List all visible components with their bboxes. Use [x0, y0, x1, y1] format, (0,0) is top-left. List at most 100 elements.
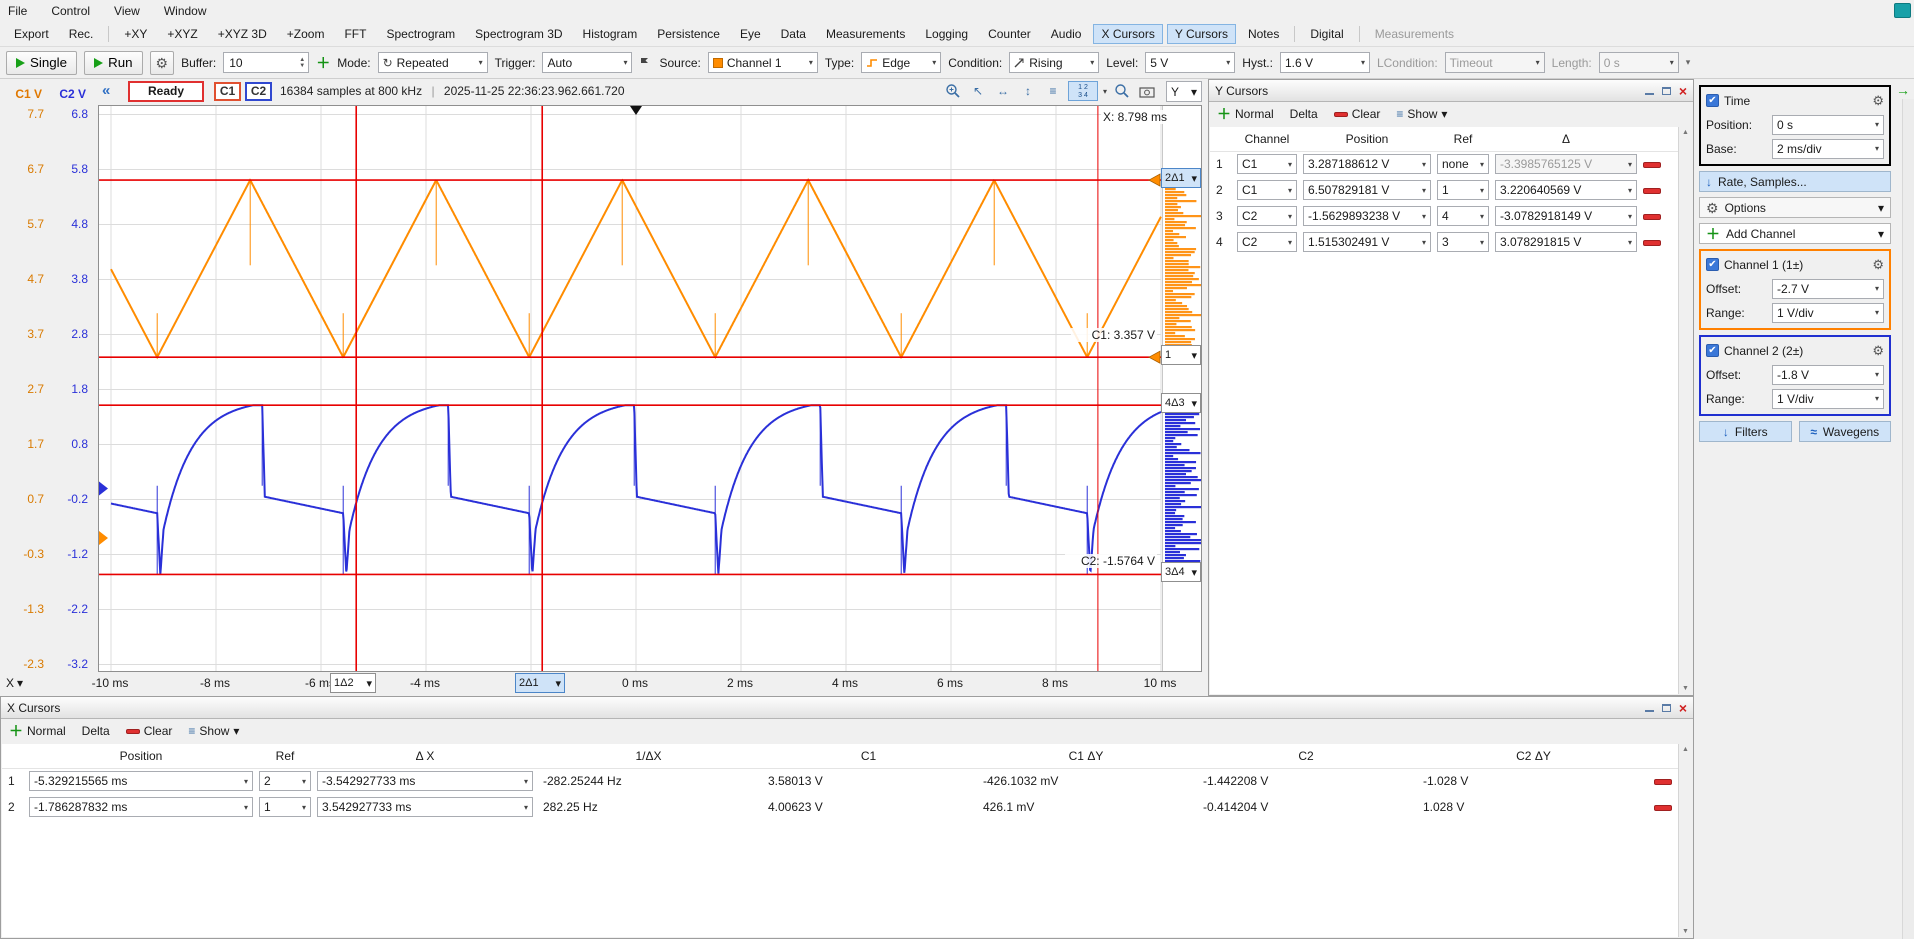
viewbar-xyz[interactable]: +XYZ — [159, 24, 205, 44]
channel2-offset-dropdown[interactable]: -1.8 V▾ — [1772, 365, 1884, 385]
viewbar-measurements[interactable]: Measurements — [818, 24, 913, 44]
gear-icon[interactable]: ⚙ — [1872, 93, 1884, 109]
toolbar-overflow-icon[interactable]: ▾ — [1686, 57, 1691, 68]
delta-x-dropdown[interactable]: -3.542927733 ms▾ — [317, 771, 533, 791]
scroll-up-icon[interactable]: ▲ — [1682, 129, 1689, 136]
x-scale-dropdown[interactable]: X ▾ — [6, 676, 23, 690]
expand-right-icon[interactable]: → — [1896, 82, 1910, 98]
menu-view[interactable]: View — [114, 4, 140, 18]
channel2-checkbox[interactable]: ✔ — [1706, 344, 1719, 357]
collapse-left-icon[interactable]: « — [102, 84, 110, 98]
close-icon[interactable]: × — [1679, 702, 1687, 714]
level-dropdown[interactable]: 5 V ▾ — [1145, 52, 1235, 73]
remove-cursor-button[interactable] — [1643, 162, 1661, 168]
viewbar-zoom[interactable]: +Zoom — [279, 24, 333, 44]
delta-dropdown[interactable]: 3.078291815 V▾ — [1495, 232, 1637, 252]
ref-dropdown[interactable]: 2▾ — [259, 771, 311, 791]
channel1-offset-dropdown[interactable]: -2.7 V▾ — [1772, 279, 1884, 299]
viewbar-logging[interactable]: Logging — [917, 24, 976, 44]
type-dropdown[interactable]: Edge ▾ — [861, 52, 941, 73]
channel1-checkbox[interactable]: ✔ — [1706, 258, 1719, 271]
shade-icon[interactable] — [1645, 704, 1654, 712]
condition-dropdown[interactable]: Rising ▾ — [1009, 52, 1099, 73]
time-position-dropdown[interactable]: 0 s▾ — [1772, 115, 1884, 135]
chevron-down-icon[interactable]: ▾ — [1103, 87, 1107, 96]
add-delta-cursor-button[interactable]: Delta — [82, 724, 110, 738]
viewbar-histogram[interactable]: Histogram — [575, 24, 646, 44]
filters-button[interactable]: ↓ Filters — [1699, 421, 1792, 442]
add-icon[interactable]: ＋ — [316, 53, 330, 73]
single-button[interactable]: Single — [6, 51, 77, 75]
y-cursors-scrollbar[interactable]: ▲▼ — [1678, 127, 1692, 694]
remove-cursor-button[interactable] — [1643, 214, 1661, 220]
add-delta-cursor-button[interactable]: Delta — [1290, 107, 1318, 121]
remove-cursor-button[interactable] — [1654, 779, 1672, 785]
time-base-dropdown[interactable]: 2 ms/div▾ — [1772, 139, 1884, 159]
viewbar-persistence[interactable]: Persistence — [649, 24, 728, 44]
clear-cursors-button[interactable]: Clear — [1334, 107, 1381, 121]
ref-dropdown[interactable]: 3▾ — [1437, 232, 1489, 252]
levels-icon[interactable]: ≡ — [1043, 81, 1063, 101]
spinner-arrows-icon[interactable]: ▲▼ — [299, 57, 308, 69]
add-channel-dropdown[interactable]: ＋ Add Channel ▾ — [1699, 223, 1891, 244]
screenshot-icon[interactable] — [1137, 81, 1157, 101]
x-cursors-scrollbar[interactable]: ▲▼ — [1678, 744, 1692, 937]
channel1-range-dropdown[interactable]: 1 V/div▾ — [1772, 303, 1884, 323]
channel-dropdown[interactable]: C2▾ — [1237, 206, 1297, 226]
x-cursors-titlebar[interactable]: X Cursors × — [1, 697, 1693, 719]
fit-height-icon[interactable]: ↕ — [1018, 81, 1038, 101]
x-cursor2-handle[interactable]: 2Δ1▾ — [515, 673, 565, 693]
run-button[interactable]: Run — [84, 51, 142, 75]
y-cursor3-handle[interactable]: 3Δ4▾ — [1161, 562, 1201, 582]
viewbar-export[interactable]: Export — [6, 24, 57, 44]
add-normal-cursor-button[interactable]: ＋Normal — [1217, 104, 1274, 124]
buffer-spinner[interactable]: 10 ▲▼ — [223, 52, 309, 73]
delta-dropdown[interactable]: 3.220640569 V▾ — [1495, 180, 1637, 200]
position-dropdown[interactable]: 1.515302491 V▾ — [1303, 232, 1431, 252]
shade-icon[interactable] — [1645, 87, 1654, 95]
position-dropdown[interactable]: -5.329215565 ms▾ — [29, 771, 253, 791]
remove-cursor-button[interactable] — [1654, 805, 1672, 811]
source-dropdown[interactable]: Channel 1 ▾ — [708, 52, 818, 73]
x-cursor1-handle[interactable]: 1Δ2▾ — [330, 673, 376, 693]
position-dropdown[interactable]: 3.287188612 V▾ — [1303, 154, 1431, 174]
y-cursor2-handle[interactable]: 2Δ1▾ — [1161, 168, 1201, 188]
position-dropdown[interactable]: -1.786287832 ms▾ — [29, 797, 253, 817]
viewbar-spectrogram3d[interactable]: Spectrogram 3D — [467, 24, 570, 44]
hysteresis-dropdown[interactable]: 1.6 V ▾ — [1280, 52, 1370, 73]
scope-settings-button[interactable]: ⚙ — [150, 51, 175, 75]
time-checkbox[interactable]: ✔ — [1706, 94, 1719, 107]
scroll-down-icon[interactable]: ▼ — [1682, 685, 1689, 692]
y-cursors-titlebar[interactable]: Y Cursors × — [1209, 80, 1693, 102]
channel2-range-dropdown[interactable]: 1 V/div▾ — [1772, 389, 1884, 409]
quad-view-toggle[interactable]: 1 23 4 — [1068, 81, 1098, 101]
maximize-icon[interactable] — [1662, 87, 1671, 95]
show-menu-button[interactable]: ≡Show▾ — [188, 724, 239, 738]
close-icon[interactable]: × — [1679, 85, 1687, 97]
fit-width-icon[interactable]: ↔ — [993, 81, 1013, 101]
show-menu-button[interactable]: ≡Show▾ — [1396, 107, 1447, 121]
pointer-icon[interactable]: ↖ — [968, 81, 988, 101]
channel1-chip[interactable]: C1 — [214, 82, 241, 101]
delta-x-dropdown[interactable]: 3.542927733 ms▾ — [317, 797, 533, 817]
maximize-icon[interactable] — [1662, 704, 1671, 712]
ref-dropdown[interactable]: none▾ — [1437, 154, 1489, 174]
menu-file[interactable]: File — [8, 4, 27, 18]
scroll-down-icon[interactable]: ▼ — [1682, 928, 1689, 935]
position-dropdown[interactable]: 6.507829181 V▾ — [1303, 180, 1431, 200]
add-normal-cursor-button[interactable]: ＋Normal — [9, 721, 66, 741]
options-dropdown[interactable]: ⚙ Options ▾ — [1699, 197, 1891, 218]
channel2-chip[interactable]: C2 — [245, 82, 272, 101]
window-scrollbar[interactable] — [1902, 99, 1914, 939]
wavegens-button[interactable]: ≈ Wavegens — [1799, 421, 1892, 442]
viewbar-notes[interactable]: Notes — [1240, 24, 1287, 44]
viewbar-rec[interactable]: Rec. — [61, 24, 102, 44]
gear-icon[interactable]: ⚙ — [1872, 343, 1884, 359]
delta-dropdown[interactable]: -3.0782918149 V▾ — [1495, 206, 1637, 226]
viewbar-counter[interactable]: Counter — [980, 24, 1039, 44]
scroll-up-icon[interactable]: ▲ — [1682, 746, 1689, 753]
viewbar-data[interactable]: Data — [773, 24, 814, 44]
viewbar-digital[interactable]: Digital — [1302, 24, 1351, 44]
viewbar-spectrogram[interactable]: Spectrogram — [378, 24, 463, 44]
viewbar-x-cursors[interactable]: X Cursors — [1093, 24, 1162, 44]
